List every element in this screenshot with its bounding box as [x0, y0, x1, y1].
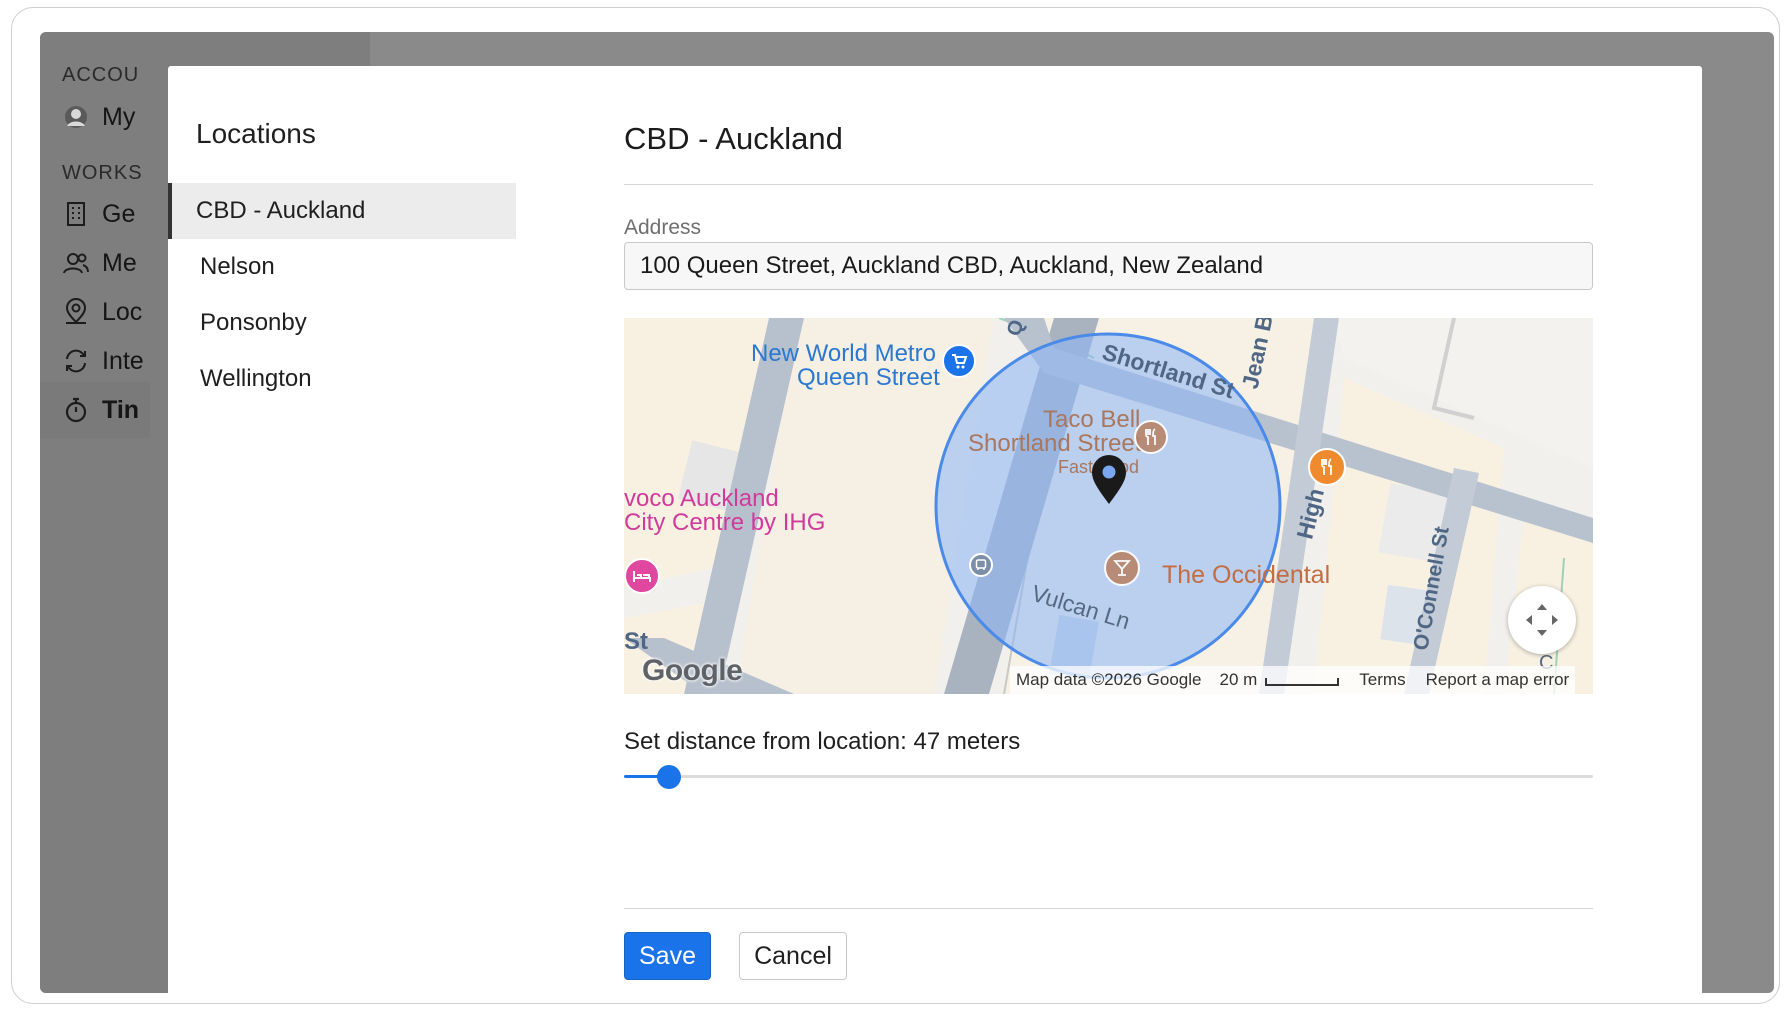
- slider-thumb[interactable]: [657, 765, 681, 789]
- map-scale-label: 20 m: [1219, 670, 1258, 689]
- building-icon: [62, 200, 90, 228]
- footer-divider: [624, 908, 1593, 909]
- window-frame: ACCOU My WORKS Ge Me Loc Inte Tin Locati…: [11, 7, 1780, 1004]
- sidebar-item-label: My: [102, 102, 136, 131]
- members-icon: [62, 249, 90, 277]
- sidebar-section-account: ACCOU: [62, 64, 140, 86]
- map-label-new-world-1: New World Metro: [751, 340, 936, 367]
- location-item-nelson[interactable]: Nelson: [168, 239, 516, 295]
- address-input[interactable]: [624, 242, 1593, 290]
- sidebar-item-general[interactable]: Ge: [40, 186, 150, 242]
- cart-icon[interactable]: [942, 344, 976, 378]
- location-item-cbd-auckland[interactable]: CBD - Auckland: [168, 183, 516, 239]
- location-item-ponsonby[interactable]: Ponsonby: [168, 295, 516, 351]
- slider-track: [624, 775, 1593, 778]
- map-label-taco-bell-1: Taco Bell: [1043, 406, 1141, 433]
- sidebar-item-members[interactable]: Me: [40, 235, 150, 291]
- sidebar-section-workspace: WORKS: [62, 162, 143, 184]
- location-pin-icon[interactable]: [1090, 453, 1128, 505]
- address-label: Address: [624, 216, 702, 239]
- sidebar-item-locations[interactable]: Loc: [40, 284, 150, 340]
- avatar-icon: [62, 103, 90, 131]
- sidebar-item-label: Ge: [102, 199, 136, 228]
- map-label-new-world-2: Queen Street: [797, 364, 940, 391]
- location-title: CBD - Auckland: [624, 121, 843, 156]
- map-label-st: St: [624, 628, 648, 655]
- sync-icon: [62, 347, 90, 375]
- app-screen-dimmed: ACCOU My WORKS Ge Me Loc Inte Tin Locati…: [40, 32, 1774, 993]
- bus-stop-icon[interactable]: [969, 553, 993, 577]
- restaurant-icon[interactable]: [1308, 448, 1346, 486]
- sidebar-item-label: Loc: [102, 297, 143, 326]
- sidebar-item-integrations[interactable]: Inte: [40, 333, 150, 389]
- bar-icon[interactable]: [1104, 550, 1140, 586]
- map-attribution: Map data ©2026 Google 20 m Terms Report …: [1010, 666, 1576, 694]
- map-label-occidental: The Occidental: [1162, 561, 1331, 589]
- distance-label: Set distance from location: 47 meters: [624, 728, 1021, 755]
- sidebar-item-timesheets[interactable]: Tin: [40, 382, 150, 438]
- timer-icon: [62, 396, 90, 424]
- locations-panel: Locations CBD - Auckland Nelson Ponsonby…: [168, 66, 516, 993]
- google-logo: Google: [642, 654, 743, 687]
- hotel-icon[interactable]: [624, 558, 660, 594]
- sidebar-item-my[interactable]: My: [40, 89, 150, 145]
- sidebar-item-label: Me: [102, 248, 137, 277]
- location-icon: [62, 298, 90, 326]
- location-settings-modal: Locations CBD - Auckland Nelson Ponsonby…: [168, 66, 1702, 993]
- title-divider: [624, 184, 1593, 185]
- move-arrows-icon: [1526, 604, 1558, 636]
- locations-list: CBD - Auckland Nelson Ponsonby Wellingto…: [168, 183, 516, 407]
- map-label-voco-2: City Centre by IHG: [624, 509, 826, 536]
- location-detail-panel: CBD - Auckland Address 100 Queen Street,…: [624, 66, 1593, 993]
- map-label-voco-1: voco Auckland: [624, 485, 779, 512]
- sidebar-item-label: Inte: [102, 346, 144, 375]
- sidebar-item-label: Tin: [102, 395, 140, 424]
- distance-slider[interactable]: [624, 761, 1593, 793]
- map-terms-link[interactable]: Terms: [1359, 670, 1405, 690]
- save-button[interactable]: Save: [624, 932, 711, 980]
- cancel-button[interactable]: Cancel: [739, 932, 847, 980]
- background-sidebar: ACCOU My WORKS Ge Me Loc Inte Tin: [40, 32, 150, 993]
- map-scale-bar: [1265, 678, 1340, 686]
- map-data-text: Map data ©2026 Google: [1016, 670, 1202, 689]
- locations-title: Locations: [196, 118, 316, 149]
- map-camera-control[interactable]: [1508, 586, 1576, 654]
- map-view[interactable]: New World Metro Queen Street Taco Bell S…: [624, 318, 1593, 694]
- map-report-link[interactable]: Report a map error: [1426, 670, 1570, 690]
- restaurant-icon[interactable]: [1134, 420, 1168, 454]
- location-item-wellington[interactable]: Wellington: [168, 351, 516, 407]
